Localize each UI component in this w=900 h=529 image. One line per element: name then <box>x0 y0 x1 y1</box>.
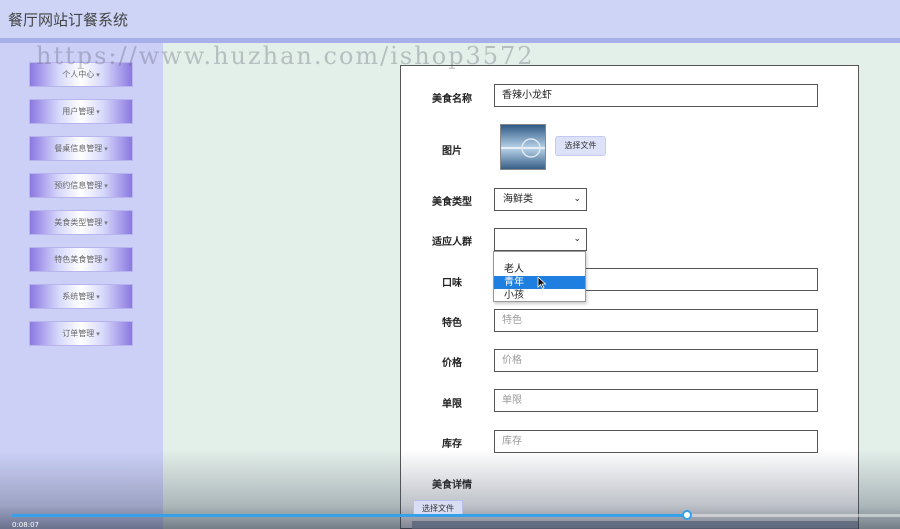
mouse-cursor-icon <box>537 277 547 289</box>
caret-down-icon: ▾ <box>96 71 100 79</box>
sidebar-item-label: 系统管理 <box>62 292 95 301</box>
video-progress-fill <box>12 514 687 517</box>
food-detail-label: 美食详情 <box>432 480 472 491</box>
food-image-preview <box>501 125 545 169</box>
sidebar-item-reservation-management[interactable]: 预约信息管理 ▾ <box>29 173 133 198</box>
feature-label: 特色 <box>442 318 462 329</box>
food-name-input[interactable]: 香辣小龙虾 <box>494 84 818 107</box>
price-input[interactable]: 价格 <box>494 349 818 372</box>
rich-text-toolbar <box>412 521 858 529</box>
taste-label: 口味 <box>442 278 462 289</box>
video-time: 0:08:07 <box>12 521 39 529</box>
food-type-label: 美食类型 <box>432 197 472 208</box>
caret-down-icon: ▾ <box>96 108 100 116</box>
limit-input[interactable]: 单限 <box>494 389 818 412</box>
sidebar-item-system-management[interactable]: 系统管理 ▾ <box>29 284 133 309</box>
chevron-down-icon: ⌄ <box>573 234 581 244</box>
crowd-label: 适应人群 <box>432 237 472 248</box>
food-type-select[interactable]: 海鲜类 ⌄ <box>494 188 587 211</box>
app-title: 餐厅网站订餐系统 <box>8 11 129 29</box>
image-label: 图片 <box>442 146 462 157</box>
limit-label: 单限 <box>442 399 462 410</box>
stock-label: 库存 <box>442 439 462 450</box>
watermark: https://www.huzhan.com/ishop3572 <box>36 42 535 70</box>
sidebar-item-order-management[interactable]: 订单管理 ▾ <box>29 321 133 346</box>
sidebar-item-label: 用户管理 <box>62 107 95 116</box>
video-progress-handle[interactable] <box>681 510 692 520</box>
food-image-thumbnail <box>500 124 546 170</box>
sidebar-item-label: 订单管理 <box>62 329 95 338</box>
feature-input[interactable]: 特色 <box>494 309 818 332</box>
sidebar-item-label: 餐桌信息管理 <box>54 144 103 153</box>
caret-down-icon: ▾ <box>104 219 108 227</box>
stock-input[interactable]: 库存 <box>494 430 818 453</box>
food-type-value: 海鲜类 <box>503 194 533 205</box>
chevron-down-icon: ⌄ <box>573 194 581 204</box>
price-label: 价格 <box>442 358 462 369</box>
crowd-select[interactable]: ⌄ <box>494 228 587 251</box>
crowd-option-elderly[interactable]: 老人 <box>494 263 585 276</box>
food-name-label: 美食名称 <box>432 94 472 105</box>
app-header: 餐厅网站订餐系统 <box>0 0 900 38</box>
choose-image-button[interactable]: 选择文件 <box>555 136 606 156</box>
sidebar-item-label: 特色美食管理 <box>54 255 103 264</box>
video-progress-bar[interactable] <box>12 510 900 520</box>
sidebar: 个人中心 ▾ 用户管理 ▾ 餐桌信息管理 ▾ 预约信息管理 ▾ 美食类型管理 ▾ 特色美食… <box>0 43 163 529</box>
caret-down-icon: ▾ <box>104 145 108 153</box>
sidebar-item-special-food-management[interactable]: 特色美食管理 ▾ <box>29 247 133 272</box>
sidebar-item-label: 预约信息管理 <box>54 181 103 190</box>
sidebar-item-user-management[interactable]: 用户管理 ▾ <box>29 99 133 124</box>
caret-down-icon: ▾ <box>96 330 100 338</box>
sidebar-item-food-type-management[interactable]: 美食类型管理 ▾ <box>29 210 133 235</box>
crowd-option-child[interactable]: 小孩 <box>494 289 585 302</box>
caret-down-icon: ▾ <box>104 182 108 190</box>
sidebar-item-label: 美食类型管理 <box>54 218 103 227</box>
sidebar-item-table-management[interactable]: 餐桌信息管理 ▾ <box>29 136 133 161</box>
sidebar-item-label: 个人中心 <box>62 70 95 79</box>
food-edit-form: 美食名称 香辣小龙虾 图片 选择文件 美食类型 海鲜类 ⌄ 适应人群 ⌄ 口味 … <box>400 65 859 529</box>
caret-down-icon: ▾ <box>104 256 108 264</box>
caret-down-icon: ▾ <box>96 293 100 301</box>
